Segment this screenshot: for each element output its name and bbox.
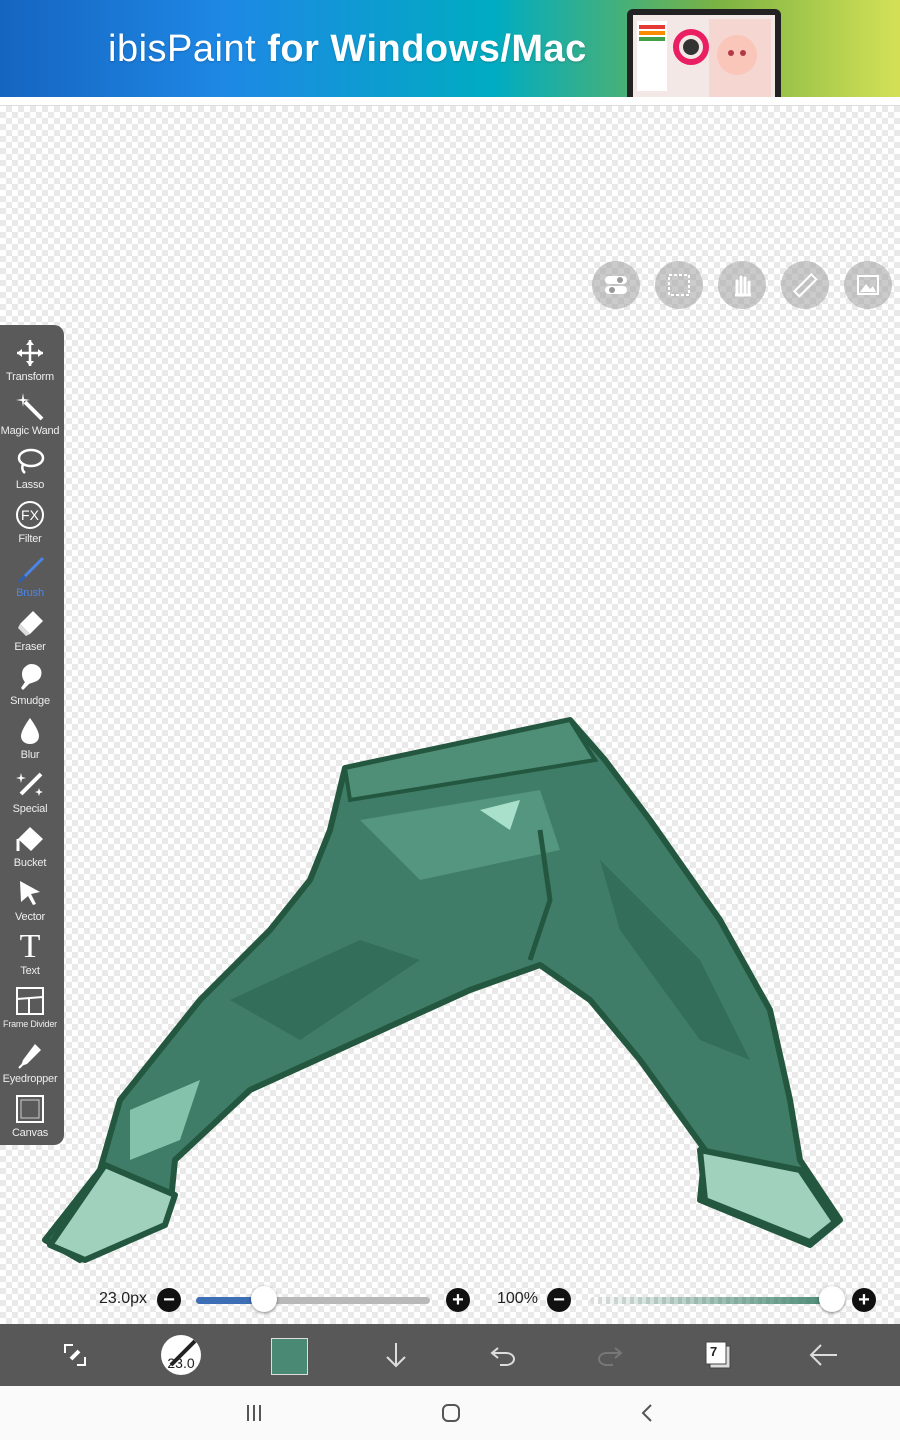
tool-eyedropper[interactable]: Eyedropper (0, 1033, 60, 1087)
magic-wand-icon (14, 391, 46, 423)
reference-image-icon[interactable] (844, 261, 892, 309)
brush-opacity-value: 100% (497, 1290, 538, 1307)
tool-label: Eyedropper (2, 1073, 58, 1085)
ad-banner[interactable]: ibisPaint for Windows/Mac (0, 0, 900, 97)
tool-bucket[interactable]: Bucket (0, 817, 60, 871)
brush-opacity-knob[interactable] (819, 1286, 845, 1312)
back-icon[interactable] (633, 1401, 663, 1425)
tool-label: Canvas (11, 1127, 49, 1139)
fx-icon: FX (14, 499, 46, 531)
ad-brand: ibisPaint (108, 28, 257, 70)
smudge-icon (14, 661, 46, 693)
tool-label: Smudge (10, 695, 50, 707)
hand-icon[interactable] (718, 261, 766, 309)
redo-icon[interactable] (587, 1332, 633, 1378)
tool-smudge[interactable]: Smudge (0, 655, 60, 709)
tool-label: Magic Wand (0, 425, 60, 437)
ruler-icon[interactable] (781, 261, 829, 309)
tool-label: Bucket (13, 857, 47, 869)
tool-eraser[interactable]: Eraser (0, 601, 60, 655)
brush-sliders: 23.0px − + 100% − + (0, 1280, 900, 1320)
size-decrease-button[interactable]: − (157, 1288, 181, 1312)
tool-special[interactable]: Special (0, 763, 60, 817)
bucket-icon (14, 823, 46, 855)
layers-button[interactable]: 7 (694, 1332, 740, 1378)
vector-cursor-icon (14, 877, 46, 909)
fullscreen-toggle-icon[interactable] (52, 1332, 98, 1378)
ad-screenshot-image (627, 9, 781, 97)
undo-icon[interactable] (480, 1332, 526, 1378)
special-pen-icon (14, 769, 46, 801)
eraser-icon (14, 607, 46, 639)
tool-label: Blur (20, 749, 40, 761)
bottom-toolbar: 23.0 7 (0, 1324, 900, 1386)
ad-headline: ibisPaint for Windows/Mac (108, 28, 587, 71)
blur-drop-icon (14, 715, 46, 747)
brush-size-slider[interactable] (196, 1297, 430, 1304)
brush-preview-button[interactable]: 23.0 (161, 1335, 201, 1375)
ad-separator (0, 97, 900, 106)
tool-label: Filter (18, 533, 42, 545)
tool-label: Special (12, 803, 48, 815)
selection-icon[interactable] (655, 261, 703, 309)
tool-filter[interactable]: FX Filter (0, 493, 60, 547)
tool-brush[interactable]: Brush (0, 547, 60, 601)
brush-size-knob[interactable] (250, 1286, 277, 1312)
brush-opacity-slider[interactable] (590, 1297, 832, 1304)
tool-lasso[interactable]: Lasso (0, 439, 60, 493)
tool-sidebar: Transform Magic Wand Lasso FX Filter Bru… (0, 325, 64, 1145)
size-increase-button[interactable]: + (446, 1288, 470, 1312)
eyedropper-icon (14, 1039, 46, 1071)
tool-magic-wand[interactable]: Magic Wand (0, 385, 60, 439)
drawing-canvas[interactable] (0, 106, 900, 1324)
tool-frame-divider[interactable]: Frame Divider (0, 979, 60, 1033)
recent-apps-icon[interactable] (239, 1401, 269, 1425)
tool-label: Brush (16, 587, 44, 599)
tool-label: Text (20, 965, 40, 977)
opacity-decrease-button[interactable]: − (547, 1288, 571, 1312)
brush-size-value: 23.0px (99, 1290, 148, 1307)
tool-canvas[interactable]: Canvas (0, 1087, 60, 1141)
tool-transform[interactable]: Transform (0, 331, 60, 385)
tool-label: Frame Divider (3, 1019, 57, 1029)
move-arrows-icon (14, 337, 46, 369)
canvas-icon (14, 1093, 46, 1125)
brush-preview-size: 23.0 (167, 1355, 195, 1371)
tool-label: Eraser (14, 641, 46, 653)
download-arrow-icon[interactable] (373, 1332, 419, 1378)
tool-text[interactable]: T Text (0, 925, 60, 979)
frame-divider-icon (14, 985, 46, 1017)
tool-label: Lasso (15, 479, 45, 491)
back-arrow-icon[interactable] (800, 1332, 846, 1378)
lasso-icon (14, 445, 46, 477)
svg-text:FX: FX (21, 507, 40, 523)
ad-headline-text: for Windows/Mac (267, 28, 587, 70)
tool-vector[interactable]: Vector (0, 871, 60, 925)
toggle-icon[interactable] (592, 261, 640, 309)
tool-label: Vector (15, 911, 45, 923)
tool-blur[interactable]: Blur (0, 709, 60, 763)
layer-count: 7 (710, 1344, 718, 1359)
opacity-increase-button[interactable]: + (852, 1288, 876, 1312)
text-t-icon: T (19, 928, 41, 965)
home-icon[interactable] (436, 1401, 466, 1425)
system-nav-bar (0, 1386, 900, 1440)
brush-icon (14, 553, 46, 585)
current-color-swatch[interactable] (271, 1338, 308, 1375)
tool-label: Transform (6, 371, 54, 383)
